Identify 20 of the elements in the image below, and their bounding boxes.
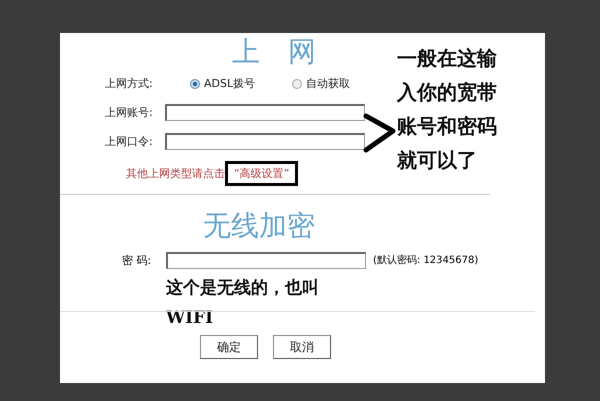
arrow-drawing	[363, 113, 397, 153]
advanced-settings-link[interactable]: “高级设置”	[225, 160, 298, 186]
section-title: 无线加密	[203, 208, 315, 243]
radio-label[interactable]: 自动获取	[306, 76, 350, 91]
field-label: 上网方式:	[105, 76, 154, 91]
radio-label[interactable]: ADSL拨号	[204, 76, 256, 91]
hint-text: 其他上网类型请点击	[126, 166, 225, 180]
default-password-hint: (默认密码: 12345678)	[373, 254, 478, 267]
annotation-text: 一般在这输 入你的宽带 账号和密码 就可以了	[397, 45, 497, 174]
cancel-button[interactable]: 取消	[273, 335, 331, 359]
confirm-button[interactable]: 确定	[200, 335, 258, 359]
password-field[interactable]	[166, 252, 366, 268]
field-label: 密 码:	[122, 252, 152, 268]
input-field[interactable]	[165, 133, 365, 150]
radio-button[interactable]	[292, 78, 302, 88]
radio-button[interactable]	[190, 78, 200, 88]
field-label: 上网口令:	[105, 134, 154, 149]
input-field[interactable]	[165, 104, 365, 121]
field-label: 上网账号:	[105, 105, 154, 120]
section-title: 上 网	[232, 34, 316, 69]
